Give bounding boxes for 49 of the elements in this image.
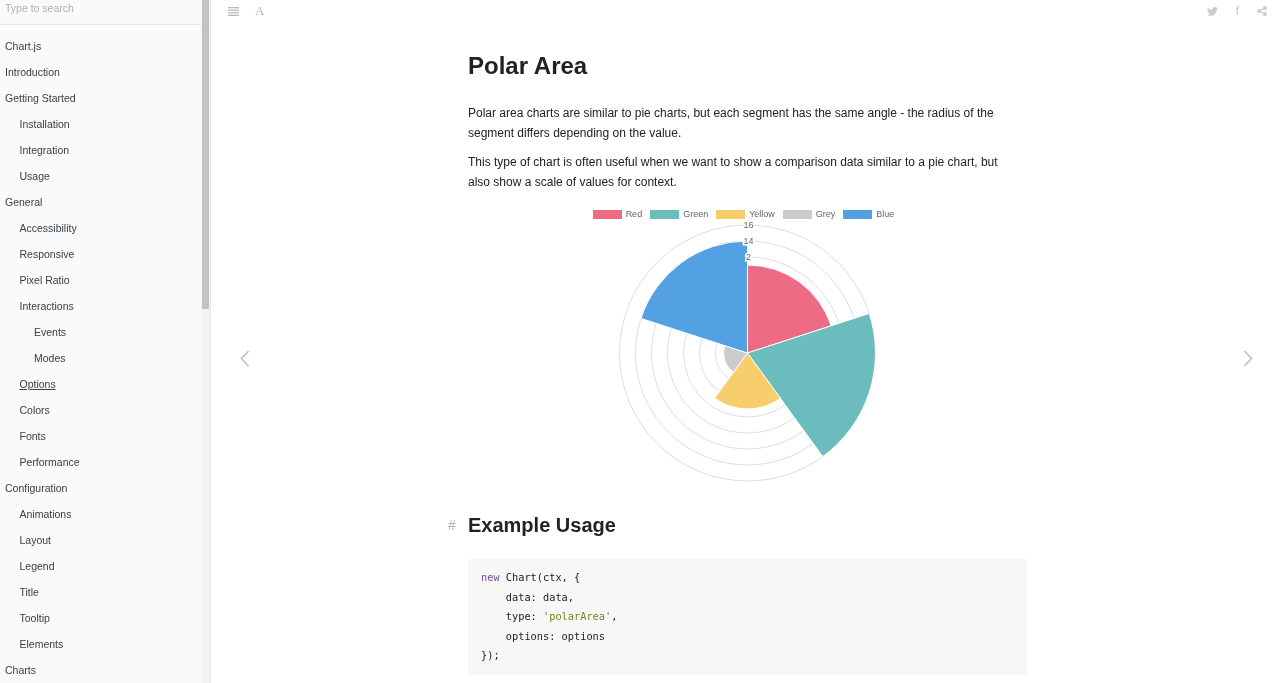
sidebar-link[interactable]: Usage (19, 169, 50, 183)
right-chevron-icon[interactable] (1243, 350, 1253, 367)
sidebar-link[interactable]: Tooltip (19, 611, 50, 625)
scrollbar-thumb[interactable] (202, 0, 209, 309)
code-line: }); (481, 648, 501, 664)
sidebar-link[interactable]: Events (34, 325, 67, 339)
sidebar-link[interactable]: Options (19, 377, 56, 391)
section-heading: Example Usage (468, 513, 616, 538)
code-line: data: data, (504, 589, 575, 605)
sidebar-link[interactable]: Configuration (5, 481, 68, 495)
sidebar-link[interactable]: Modes (34, 351, 66, 365)
scale-label: 16 (743, 220, 754, 230)
scale-label: 2 (746, 252, 751, 262)
sidebar-link[interactable]: Colors (19, 403, 50, 417)
sidebar-link[interactable]: Installation (19, 117, 70, 131)
menu-icon[interactable] (228, 6, 239, 16)
legend-label: Green (683, 209, 709, 220)
code-line: new Chart(ctx, { (481, 570, 582, 585)
legend-label: Red (625, 209, 643, 220)
sidebar-link[interactable]: Responsive (19, 247, 75, 261)
sidebar-link[interactable]: Legend (19, 559, 55, 573)
sidebar-link[interactable]: Chart.js (5, 39, 42, 53)
scale-label: 14 (743, 236, 754, 246)
sidebar-link[interactable]: Title (19, 585, 39, 599)
paragraph: Polar area charts are similar to pie charts, but each segment has the same angle - the radius of the segment differs depending on the value. (468, 105, 995, 142)
left-chevron-icon[interactable] (240, 350, 250, 367)
sidebar-link[interactable]: Getting Started (5, 91, 76, 105)
sidebar-link[interactable]: Performance (19, 455, 80, 469)
paragraph: This type of chart is often useful when we want to show a comparison data similar to a pie chart, but also show a scale of values for context. (468, 154, 999, 191)
sidebar-link[interactable]: Animations (19, 507, 72, 521)
sidebar-link[interactable]: Elements (19, 637, 64, 651)
legend-label: Blue (876, 209, 895, 220)
legend-label: Grey (815, 209, 836, 220)
sidebar-link[interactable]: Charts (5, 663, 36, 677)
code-line: options: options (504, 628, 606, 644)
sidebar-link[interactable]: Layout (19, 533, 52, 547)
sidebar-link[interactable]: Integration (19, 143, 70, 157)
share-icon[interactable] (1257, 6, 1267, 16)
code-line: type: 'polarArea', (504, 609, 619, 625)
page-title: Polar Area (468, 51, 589, 81)
sidebar-link[interactable]: Pixel Ratio (19, 273, 70, 287)
sidebar-link[interactable]: Interactions (19, 299, 74, 313)
sidebar-link[interactable]: General (5, 195, 43, 209)
sidebar-link[interactable]: Accessibility (19, 221, 77, 235)
search-field[interactable]: Type to search (0, 0, 201, 25)
bird-icon[interactable] (1206, 6, 1218, 16)
legend-label: Yellow (749, 209, 775, 220)
sidebar-link[interactable]: Fonts (19, 429, 46, 443)
sidebar-link[interactable]: Introduction (5, 65, 60, 79)
